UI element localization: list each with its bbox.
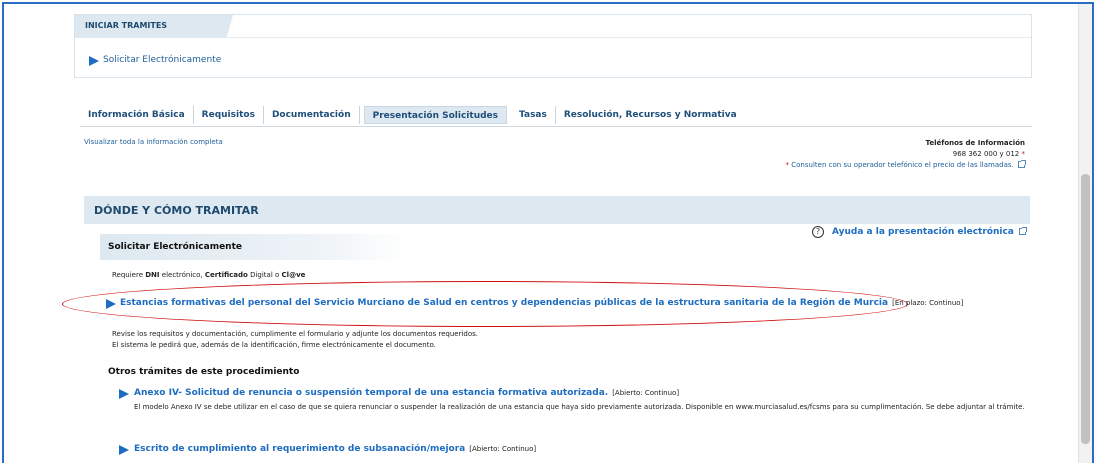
- certificado-label: Certificado: [204, 271, 248, 279]
- asterisk: *: [785, 161, 790, 169]
- visualizar-link[interactable]: Visualizar toda la información completa: [84, 138, 223, 146]
- anexo-label: Anexo IV- Solicitud de renuncia o suspen…: [134, 388, 609, 398]
- arrow-right-icon: [119, 389, 129, 399]
- tabs-divider: [80, 126, 1032, 127]
- requiere-prefix: Requiere: [112, 271, 146, 279]
- tab-informacion-basica[interactable]: Información Básica: [80, 106, 194, 124]
- iniciar-tramites-heading: INICIAR TRAMITES: [75, 15, 233, 37]
- status-badge: [En plazo: Continuo]: [892, 299, 964, 307]
- vertical-scrollbar[interactable]: [1078, 4, 1092, 463]
- tab-tasas[interactable]: Tasas: [511, 106, 556, 124]
- telefonos-info: Teléfonos de Información 968 362 000 y 0…: [785, 138, 1026, 171]
- solicitar-electronicamente-link[interactable]: Solicitar Electrónicamente: [89, 55, 222, 66]
- scrollbar-thumb[interactable]: [1081, 174, 1090, 444]
- tab-presentacion-solicitudes[interactable]: Presentación Solicitudes: [363, 106, 508, 124]
- help-icon: ?: [811, 226, 824, 238]
- dni-label: DNI: [145, 271, 160, 279]
- status-badge: [Abierto: Continuo]: [612, 389, 680, 397]
- estancias-formativas-link[interactable]: Estancias formativas del personal del Se…: [106, 298, 964, 309]
- donde-como-tramitar-heading: DÓNDE Y CÓMO TRAMITAR: [84, 196, 1030, 224]
- external-link-icon: [1018, 160, 1026, 168]
- external-link-icon: [1019, 227, 1027, 235]
- clave-label: Cl@ve: [281, 271, 306, 279]
- digital-o-label: Digital o: [247, 271, 282, 279]
- link-label: Solicitar Electrónicamente: [103, 55, 222, 65]
- telefonos-line: 968 362 000 y 012 *: [786, 149, 1025, 160]
- tab-requisitos[interactable]: Requisitos: [194, 106, 264, 124]
- revise-line-2: El sistema le pedirá que, además de la i…: [112, 341, 436, 349]
- arrow-right-icon: [89, 56, 99, 66]
- tab-bar: Información Básica Requisitos Documentac…: [80, 104, 745, 126]
- anexo-iv-link[interactable]: Anexo IV- Solicitud de renuncia o suspen…: [119, 388, 680, 399]
- consulten-link[interactable]: Consulten con su operador telefónico el …: [791, 161, 1014, 169]
- browser-frame: INICIAR TRAMITES Solicitar Electrónicame…: [2, 2, 1094, 463]
- iniciar-tramites-box: INICIAR TRAMITES Solicitar Electrónicame…: [74, 14, 1032, 78]
- divider: [75, 37, 1031, 38]
- anexo-description: El modelo Anexo IV se debe utilizar en e…: [134, 403, 1025, 411]
- revise-text: Revise los requisitos y documentación, c…: [112, 329, 478, 351]
- telefonos-title: Teléfonos de Información: [925, 139, 1025, 147]
- status-badge: [Abierto: Continuo]: [469, 445, 537, 453]
- arrow-right-icon: [119, 445, 129, 455]
- solicitar-electronicamente-heading: Solicitar Electrónicamente: [100, 234, 410, 260]
- arrow-right-icon: [106, 299, 116, 309]
- estancias-label: Estancias formativas del personal del Se…: [120, 298, 889, 308]
- escrito-cumplimiento-link[interactable]: Escrito de cumplimiento al requerimiento…: [119, 444, 537, 455]
- requiere-text: Requiere DNI electrónico, Certificado Di…: [112, 271, 305, 279]
- escrito-label: Escrito de cumplimiento al requerimiento…: [134, 444, 466, 454]
- revise-line-1: Revise los requisitos y documentación, c…: [112, 330, 478, 338]
- telefonos-numbers: 968 362 000 y 012: [952, 150, 1020, 158]
- ayuda-presentacion-link[interactable]: ? Ayuda a la presentación electrónica: [811, 226, 1027, 238]
- electronico-label: electrónico,: [159, 271, 205, 279]
- asterisk: *: [1021, 150, 1026, 158]
- ayuda-label: Ayuda a la presentación electrónica: [831, 227, 1014, 237]
- otros-tramites-heading: Otros trámites de este procedimiento: [108, 367, 300, 377]
- tab-documentacion[interactable]: Documentación: [264, 106, 360, 124]
- tab-resolucion-recursos-normativa[interactable]: Resolución, Recursos y Normativa: [556, 106, 745, 124]
- consulten-line[interactable]: * Consulten con su operador telefónico e…: [785, 160, 1026, 171]
